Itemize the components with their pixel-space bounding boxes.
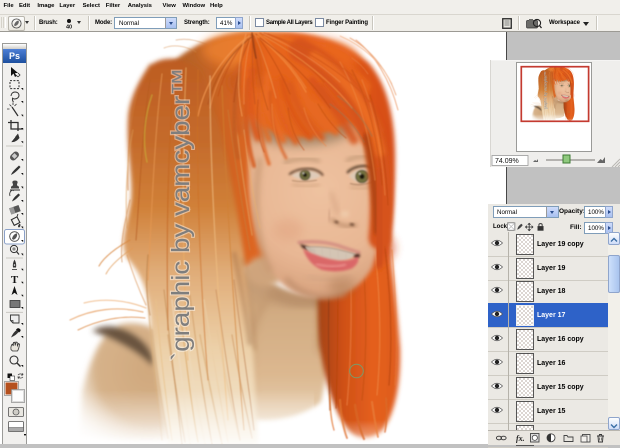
svg-text:74.09%: 74.09% bbox=[495, 158, 519, 165]
svg-text:T: T bbox=[11, 274, 19, 286]
svg-text:40: 40 bbox=[66, 25, 72, 31]
svg-text:`graphic by vamcyber™: `graphic by vamcyber™ bbox=[167, 68, 195, 361]
svg-text:fx.: fx. bbox=[516, 434, 525, 443]
